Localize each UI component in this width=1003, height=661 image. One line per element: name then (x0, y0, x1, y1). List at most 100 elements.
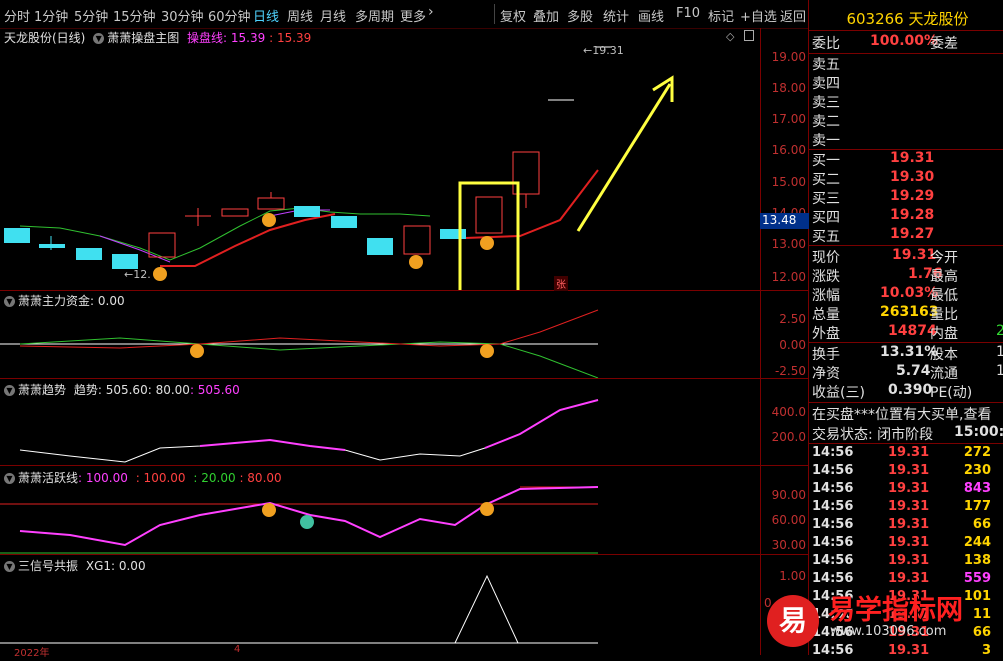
tick-row: 14:56 19.31 272 (812, 445, 1003, 463)
mark-button[interactable]: 标记 (708, 6, 734, 25)
trend-line-magenta-2 (484, 399, 599, 449)
candle (475, 196, 503, 234)
y-tick: 19.00 (771, 50, 806, 64)
y-tick: 0.00 (779, 338, 806, 352)
status-time: 15:00:04 (954, 424, 1003, 440)
tick-volume: 177 (963, 499, 991, 514)
period-tab-monthly[interactable]: 月线 (320, 6, 346, 25)
trend-line-magenta (199, 438, 346, 451)
sell-signal-icon (300, 515, 314, 529)
candle (76, 248, 102, 260)
tick-time: 14:56 (812, 445, 854, 460)
buy-signal-icon (153, 267, 167, 281)
buy-signal-icon (480, 236, 494, 250)
candlestick-chart (4, 46, 674, 290)
tick-price: 19.31 (888, 481, 930, 496)
limit-up-tag: 张 (554, 276, 568, 291)
stat-label: PE(动) (930, 385, 973, 401)
low-marker: ←12. (124, 268, 151, 281)
tick-volume: 230 (963, 463, 991, 478)
tick-time: 14:56 (812, 535, 854, 550)
tick-price: 19.31 (888, 553, 930, 568)
stat-value: 2 (996, 323, 1003, 339)
stat-label: 量比 (930, 307, 958, 323)
stat-value: 0.390 (888, 382, 933, 398)
y-tick: 2.50 (779, 312, 806, 326)
overlay-button[interactable]: 叠加 (533, 6, 559, 25)
x-axis-month: 4 (234, 644, 241, 655)
quote-divider (809, 443, 1003, 444)
period-tab-15min[interactable]: 15分钟 (113, 6, 156, 25)
sell-label: 卖二 (812, 114, 840, 130)
stat-label: 今开 (930, 250, 958, 266)
buy-row[interactable]: 买二 19.30 (812, 169, 1003, 188)
trend-arrow (576, 83, 672, 232)
period-tab-daily[interactable]: 日线 (253, 6, 279, 25)
candle (440, 229, 466, 239)
draw-line-button[interactable]: 画线 (638, 6, 664, 25)
tick-row: 14:56 19.31 138 (812, 553, 1003, 571)
y-tick: 200.0 (771, 430, 806, 444)
tick-volume: 272 (963, 445, 991, 460)
stat-value: 1 (996, 363, 1003, 379)
period-tab-more[interactable]: 更多 (400, 6, 426, 25)
stat-value: 5.74 (896, 363, 931, 379)
statistics-button[interactable]: 统计 (603, 6, 629, 25)
stock-code: 603266 (846, 10, 904, 28)
weibi-label: 委比 (812, 36, 840, 52)
period-tab-weekly[interactable]: 周线 (287, 6, 313, 25)
y-tick: 15.00 (771, 175, 806, 189)
sell-label: 卖三 (812, 95, 840, 111)
buy-signal-icon (190, 344, 204, 358)
quote-divider (809, 30, 1003, 31)
sell-row: 卖五 (812, 54, 1003, 73)
stat-label: 收益(三) (812, 385, 865, 401)
period-tab-30min[interactable]: 30分钟 (161, 6, 204, 25)
stat-label: 内盘 (930, 326, 958, 342)
period-tab-5min[interactable]: 5分钟 (74, 6, 108, 25)
period-tab-multi[interactable]: 多周期 (355, 6, 394, 25)
buy-signal-icon (262, 213, 276, 227)
buy-row[interactable]: 买三 19.29 (812, 188, 1003, 207)
stat-label: 股本 (930, 347, 958, 363)
stat-label: 外盘 (812, 326, 840, 342)
period-tab-1min[interactable]: 1分钟 (34, 6, 68, 25)
tick-price: 19.31 (888, 463, 930, 478)
signal-spike (454, 574, 519, 644)
sell-label: 卖一 (812, 133, 840, 149)
fuquan-button[interactable]: 复权 (500, 6, 526, 25)
tick-time: 14:56 (812, 643, 854, 658)
back-button[interactable]: 返回 (780, 6, 806, 25)
y-tick: 60.00 (771, 513, 806, 527)
tick-volume: 138 (963, 553, 991, 568)
tick-time: 14:56 (812, 499, 854, 514)
stat-row: 外盘 14874 内盘 2 (812, 323, 1003, 342)
buy-row[interactable]: 买一 19.31 (812, 150, 1003, 169)
sell-row: 卖三 (812, 92, 1003, 111)
trend-line-white (19, 399, 599, 463)
buy-row[interactable]: 买四 19.28 (812, 207, 1003, 226)
weibi-value: 100.00% (870, 33, 939, 49)
stat-row: 涨跌 1.76 最高 (812, 266, 1003, 285)
candle (403, 225, 431, 255)
period-tab-60min[interactable]: 60分钟 (208, 6, 251, 25)
y-tick: 1.00 (779, 569, 806, 583)
tick-price: 19.31 (888, 517, 930, 532)
add-watchlist-button[interactable]: +自选 (740, 6, 777, 25)
x-axis-year: 2022年 (14, 648, 50, 659)
tick-time: 14:56 (812, 571, 854, 586)
y-tick: 12.00 (771, 270, 806, 284)
more-chevron-icon[interactable]: › (428, 4, 434, 20)
multi-stock-button[interactable]: 多股 (567, 6, 593, 25)
buy-row[interactable]: 买五 19.27 (812, 226, 1003, 245)
y-tick: 13.00 (771, 237, 806, 251)
big-order-notice[interactable]: 在买盘***位置有大买单,查看 (812, 404, 1003, 423)
tick-volume: 244 (963, 535, 991, 550)
stat-row: 换手 13.31% 股本 1 (812, 344, 1003, 363)
f10-button[interactable]: F10 (676, 6, 700, 21)
sell-label: 卖五 (812, 57, 840, 73)
tick-volume: 559 (963, 571, 991, 586)
buy-price: 19.29 (890, 188, 935, 204)
period-tab-fenshi[interactable]: 分时 (4, 6, 30, 25)
buy-label: 买四 (812, 210, 840, 226)
